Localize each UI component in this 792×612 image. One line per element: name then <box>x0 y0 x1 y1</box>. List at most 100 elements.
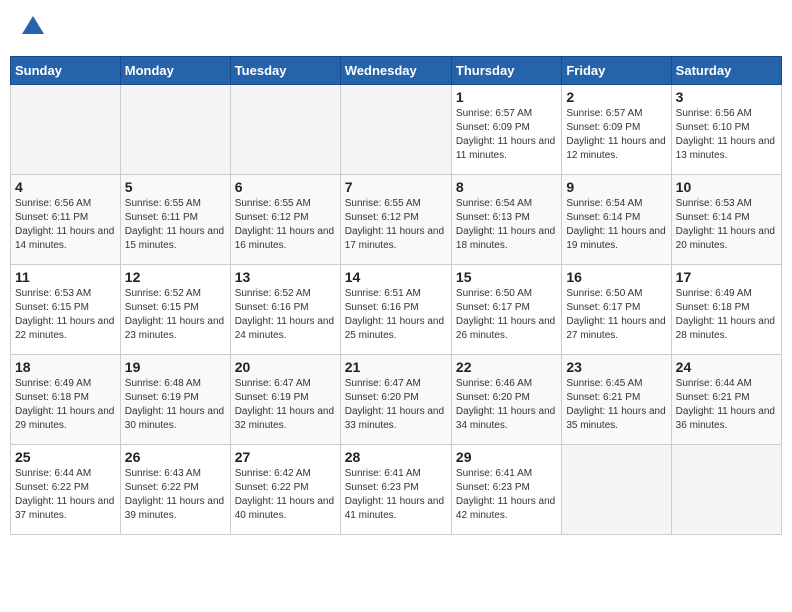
calendar-cell: 1 Sunrise: 6:57 AM Sunset: 6:09 PM Daylig… <box>451 84 561 174</box>
calendar-cell: 9 Sunrise: 6:54 AM Sunset: 6:14 PM Daylig… <box>562 174 671 264</box>
calendar-cell: 3 Sunrise: 6:56 AM Sunset: 6:10 PM Daylig… <box>671 84 781 174</box>
day-info: Sunrise: 6:52 AM Sunset: 6:15 PM Dayligh… <box>125 287 226 343</box>
day-number: 23 <box>566 359 666 375</box>
day-number: 6 <box>235 179 336 195</box>
logo-bird-icon <box>22 16 44 36</box>
day-number: 11 <box>15 269 116 285</box>
calendar-cell: 18 Sunrise: 6:49 AM Sunset: 6:18 PM Dayli… <box>11 354 121 444</box>
day-number: 4 <box>15 179 116 195</box>
calendar-cell: 23 Sunrise: 6:45 AM Sunset: 6:21 PM Dayli… <box>562 354 671 444</box>
calendar-cell: 22 Sunrise: 6:46 AM Sunset: 6:20 PM Dayli… <box>451 354 561 444</box>
calendar-cell: 10Sunrise: 6:53 AM Sunset: 6:14 PM Dayli… <box>671 174 781 264</box>
day-info: Sunrise: 6:49 AM Sunset: 6:18 PM Dayligh… <box>15 377 116 433</box>
day-info: Sunrise: 6:46 AM Sunset: 6:20 PM Dayligh… <box>456 377 557 433</box>
day-info: Sunrise: 6:47 AM Sunset: 6:19 PM Dayligh… <box>235 377 336 433</box>
day-info: Sunrise: 6:56 AM Sunset: 6:10 PM Dayligh… <box>676 107 777 163</box>
day-number: 20 <box>235 359 336 375</box>
day-info: Sunrise: 6:55 AM Sunset: 6:11 PM Dayligh… <box>125 197 226 253</box>
calendar-cell: 15 Sunrise: 6:50 AM Sunset: 6:17 PM Dayli… <box>451 264 561 354</box>
day-number: 12 <box>125 269 226 285</box>
header-tuesday: Tuesday <box>230 56 340 84</box>
header-sunday: Sunday <box>11 56 121 84</box>
calendar-cell: 19 Sunrise: 6:48 AM Sunset: 6:19 PM Dayli… <box>120 354 230 444</box>
calendar-cell <box>11 84 121 174</box>
week-row-3: 11 Sunrise: 6:53 AM Sunset: 6:15 PM Dayli… <box>11 264 782 354</box>
day-info: Sunrise: 6:42 AM Sunset: 6:22 PM Dayligh… <box>235 467 336 523</box>
day-info: Sunrise: 6:44 AM Sunset: 6:21 PM Dayligh… <box>676 377 777 433</box>
day-number: 16 <box>566 269 666 285</box>
day-info: Sunrise: 6:52 AM Sunset: 6:16 PM Dayligh… <box>235 287 336 343</box>
calendar-cell: 6 Sunrise: 6:55 AM Sunset: 6:12 PM Daylig… <box>230 174 340 264</box>
day-info: Sunrise: 6:50 AM Sunset: 6:17 PM Dayligh… <box>566 287 666 343</box>
day-number: 2 <box>566 89 666 105</box>
calendar-cell: 7Sunrise: 6:55 AM Sunset: 6:12 PM Daylig… <box>340 174 451 264</box>
calendar-cell: 28Sunrise: 6:41 AM Sunset: 6:23 PM Dayli… <box>340 444 451 534</box>
day-number: 1 <box>456 89 557 105</box>
calendar-cell: 29 Sunrise: 6:41 AM Sunset: 6:23 PM Dayli… <box>451 444 561 534</box>
day-info: Sunrise: 6:54 AM Sunset: 6:14 PM Dayligh… <box>566 197 666 253</box>
day-number: 22 <box>456 359 557 375</box>
calendar-cell: 14Sunrise: 6:51 AM Sunset: 6:16 PM Dayli… <box>340 264 451 354</box>
day-number: 9 <box>566 179 666 195</box>
week-row-5: 25 Sunrise: 6:44 AM Sunset: 6:22 PM Dayli… <box>11 444 782 534</box>
calendar-header <box>10 10 782 46</box>
day-info: Sunrise: 6:54 AM Sunset: 6:13 PM Dayligh… <box>456 197 557 253</box>
calendar-cell: 25 Sunrise: 6:44 AM Sunset: 6:22 PM Dayli… <box>11 444 121 534</box>
day-info: Sunrise: 6:43 AM Sunset: 6:22 PM Dayligh… <box>125 467 226 523</box>
day-info: Sunrise: 6:48 AM Sunset: 6:19 PM Dayligh… <box>125 377 226 433</box>
day-info: Sunrise: 6:44 AM Sunset: 6:22 PM Dayligh… <box>15 467 116 523</box>
week-row-1: 1 Sunrise: 6:57 AM Sunset: 6:09 PM Daylig… <box>11 84 782 174</box>
day-info: Sunrise: 6:41 AM Sunset: 6:23 PM Dayligh… <box>456 467 557 523</box>
header-thursday: Thursday <box>451 56 561 84</box>
calendar-cell: 11 Sunrise: 6:53 AM Sunset: 6:15 PM Dayli… <box>11 264 121 354</box>
day-number: 14 <box>345 269 447 285</box>
day-number: 15 <box>456 269 557 285</box>
calendar-cell: 8Sunrise: 6:54 AM Sunset: 6:13 PM Daylig… <box>451 174 561 264</box>
day-info: Sunrise: 6:57 AM Sunset: 6:09 PM Dayligh… <box>566 107 666 163</box>
calendar-cell: 20 Sunrise: 6:47 AM Sunset: 6:19 PM Dayli… <box>230 354 340 444</box>
day-info: Sunrise: 6:45 AM Sunset: 6:21 PM Dayligh… <box>566 377 666 433</box>
week-row-4: 18 Sunrise: 6:49 AM Sunset: 6:18 PM Dayli… <box>11 354 782 444</box>
days-header-row: SundayMondayTuesdayWednesdayThursdayFrid… <box>11 56 782 84</box>
week-row-2: 4 Sunrise: 6:56 AM Sunset: 6:11 PM Daylig… <box>11 174 782 264</box>
day-number: 26 <box>125 449 226 465</box>
calendar-cell: 26 Sunrise: 6:43 AM Sunset: 6:22 PM Dayli… <box>120 444 230 534</box>
day-number: 24 <box>676 359 777 375</box>
calendar-table: SundayMondayTuesdayWednesdayThursdayFrid… <box>10 56 782 535</box>
day-info: Sunrise: 6:41 AM Sunset: 6:23 PM Dayligh… <box>345 467 447 523</box>
day-number: 27 <box>235 449 336 465</box>
header-friday: Friday <box>562 56 671 84</box>
calendar-cell: 2 Sunrise: 6:57 AM Sunset: 6:09 PM Daylig… <box>562 84 671 174</box>
day-info: Sunrise: 6:56 AM Sunset: 6:11 PM Dayligh… <box>15 197 116 253</box>
logo <box>20 15 44 41</box>
calendar-cell: 27 Sunrise: 6:42 AM Sunset: 6:22 PM Dayli… <box>230 444 340 534</box>
calendar-cell <box>562 444 671 534</box>
day-info: Sunrise: 6:53 AM Sunset: 6:15 PM Dayligh… <box>15 287 116 343</box>
calendar-cell: 16 Sunrise: 6:50 AM Sunset: 6:17 PM Dayli… <box>562 264 671 354</box>
day-info: Sunrise: 6:55 AM Sunset: 6:12 PM Dayligh… <box>345 197 447 253</box>
day-number: 29 <box>456 449 557 465</box>
calendar-cell <box>120 84 230 174</box>
day-info: Sunrise: 6:49 AM Sunset: 6:18 PM Dayligh… <box>676 287 777 343</box>
day-number: 19 <box>125 359 226 375</box>
day-number: 18 <box>15 359 116 375</box>
calendar-cell: 4 Sunrise: 6:56 AM Sunset: 6:11 PM Daylig… <box>11 174 121 264</box>
calendar-cell <box>671 444 781 534</box>
day-info: Sunrise: 6:47 AM Sunset: 6:20 PM Dayligh… <box>345 377 447 433</box>
day-info: Sunrise: 6:57 AM Sunset: 6:09 PM Dayligh… <box>456 107 557 163</box>
header-wednesday: Wednesday <box>340 56 451 84</box>
day-info: Sunrise: 6:50 AM Sunset: 6:17 PM Dayligh… <box>456 287 557 343</box>
day-number: 25 <box>15 449 116 465</box>
calendar-cell: 17Sunrise: 6:49 AM Sunset: 6:18 PM Dayli… <box>671 264 781 354</box>
header-monday: Monday <box>120 56 230 84</box>
calendar-cell: 24 Sunrise: 6:44 AM Sunset: 6:21 PM Dayli… <box>671 354 781 444</box>
calendar-cell: 12 Sunrise: 6:52 AM Sunset: 6:15 PM Dayli… <box>120 264 230 354</box>
day-number: 5 <box>125 179 226 195</box>
calendar-cell: 5 Sunrise: 6:55 AM Sunset: 6:11 PM Daylig… <box>120 174 230 264</box>
calendar-cell: 21Sunrise: 6:47 AM Sunset: 6:20 PM Dayli… <box>340 354 451 444</box>
calendar-cell: 13Sunrise: 6:52 AM Sunset: 6:16 PM Dayli… <box>230 264 340 354</box>
day-number: 10 <box>676 179 777 195</box>
calendar-cell <box>340 84 451 174</box>
day-info: Sunrise: 6:55 AM Sunset: 6:12 PM Dayligh… <box>235 197 336 253</box>
day-number: 3 <box>676 89 777 105</box>
